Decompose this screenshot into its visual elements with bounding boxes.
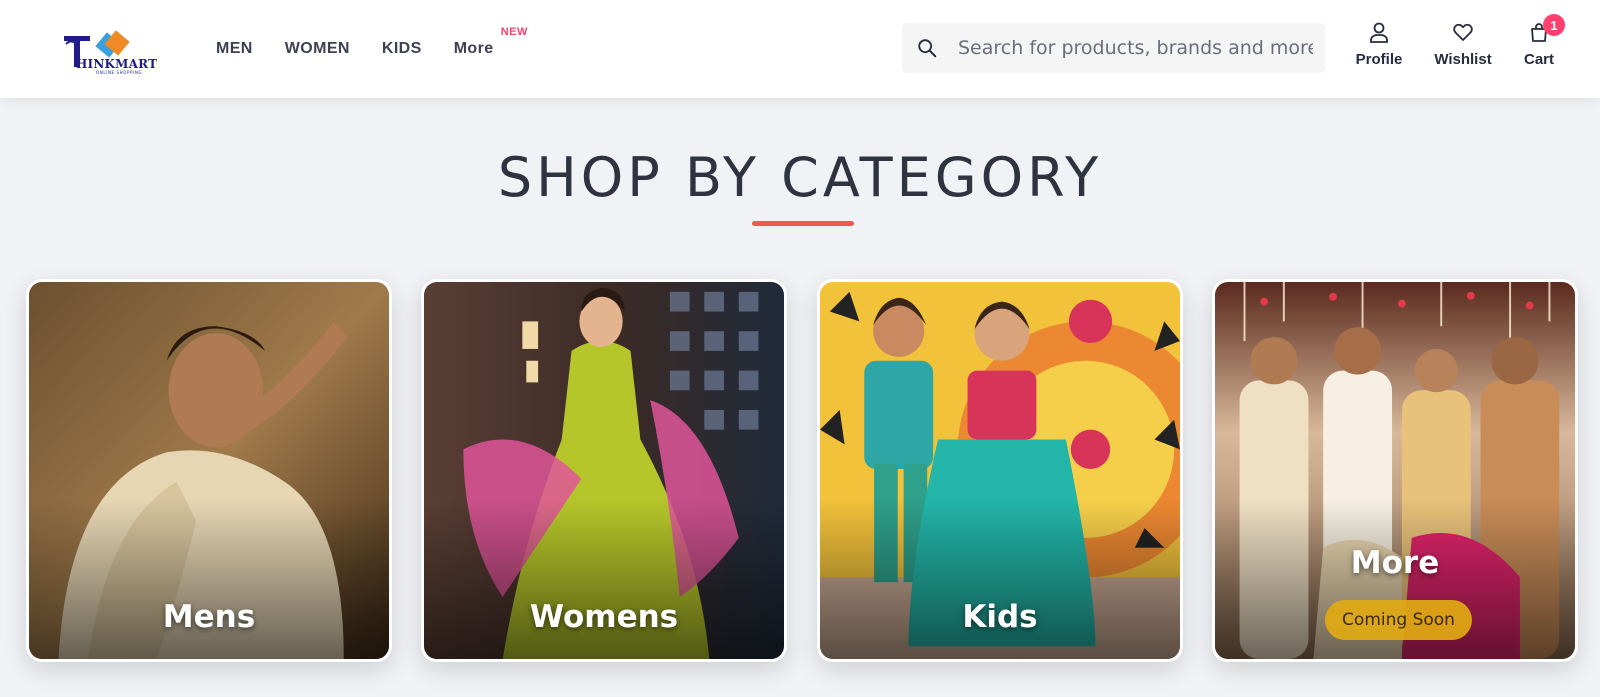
search-bar	[902, 23, 1325, 73]
category-card-more[interactable]: More Coming Soon	[1212, 279, 1578, 662]
logo-wordmark: HINKMART	[76, 57, 158, 71]
profile-label: Profile	[1355, 51, 1403, 68]
nav-item-women[interactable]: WOMEN	[285, 40, 350, 58]
main-nav: MEN WOMEN KIDS More NEW	[216, 0, 528, 98]
category-label: Kids	[962, 599, 1038, 635]
search-icon[interactable]	[916, 37, 938, 59]
brand-logo[interactable]: HINKMART ONLINE SHOPPING	[62, 30, 158, 78]
section-title: SHOP BY CATEGORY	[497, 146, 1103, 209]
profile-button[interactable]: Profile	[1344, 20, 1414, 76]
cart-label: Cart	[1523, 51, 1554, 68]
title-underline	[752, 221, 854, 226]
card-shade	[820, 499, 1180, 659]
logo-tagline: ONLINE SHOPPING	[96, 70, 143, 75]
cart-count-badge: 1	[1543, 14, 1565, 36]
card-shade	[29, 499, 389, 659]
nav-item-kids[interactable]: KIDS	[382, 40, 422, 58]
category-card-mens[interactable]: Mens	[26, 279, 392, 662]
card-shade	[424, 499, 784, 659]
heart-icon	[1453, 23, 1473, 41]
new-badge: NEW	[500, 26, 528, 38]
nav-item-more[interactable]: More NEW	[453, 26, 528, 58]
search-input[interactable]	[958, 23, 1313, 73]
category-label: Womens	[529, 599, 679, 635]
category-card-kids[interactable]: Kids	[817, 279, 1183, 662]
category-label: More	[1350, 545, 1440, 581]
wishlist-button[interactable]: Wishlist	[1428, 20, 1498, 76]
cart-button[interactable]: Cart 1	[1504, 14, 1574, 76]
wishlist-label: Wishlist	[1434, 51, 1492, 68]
category-label: Mens	[162, 599, 256, 635]
site-header: HINKMART ONLINE SHOPPING MEN WOMEN KIDS …	[0, 0, 1600, 98]
category-card-womens[interactable]: Womens	[421, 279, 787, 662]
nav-item-men[interactable]: MEN	[216, 40, 253, 58]
coming-soon-badge: Coming Soon	[1325, 600, 1472, 640]
user-icon	[1370, 22, 1388, 43]
nav-more-label: More	[453, 40, 494, 57]
